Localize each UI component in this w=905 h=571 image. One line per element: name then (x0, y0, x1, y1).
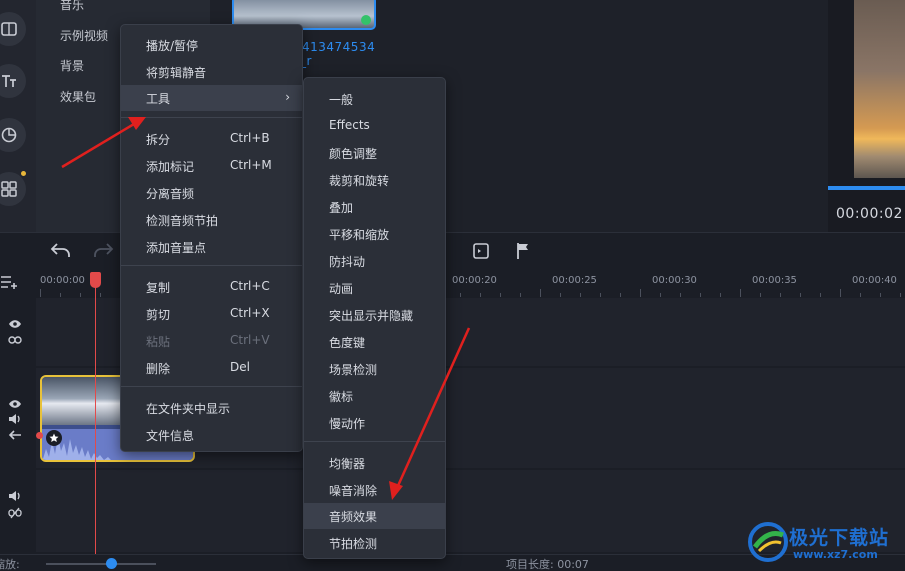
watermark-text: 极光下载站 (789, 527, 890, 549)
annotation-arrow-tools (61, 122, 135, 169)
watermark-url: www.xz7.com (793, 548, 878, 561)
annotation-arrowhead-tools (128, 117, 146, 130)
watermark-icon (748, 522, 788, 562)
annotation-arrowhead-audio-effects (389, 481, 403, 500)
annotation-arrow-audio-effects (395, 327, 471, 489)
annotation-arrows (61, 117, 471, 500)
watermark-logo: 极光下载站 www.xz7.com (747, 519, 905, 567)
